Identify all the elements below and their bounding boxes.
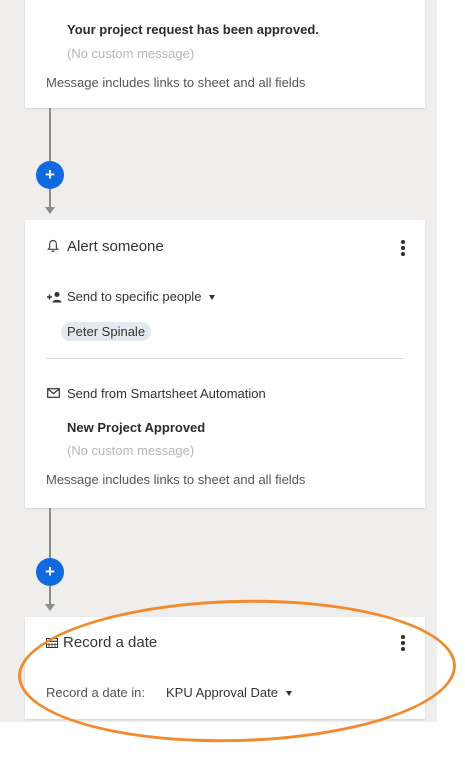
links-note: Message includes links to sheet and all …	[46, 472, 306, 487]
connector-line	[49, 508, 51, 558]
record-date-card: Record a date Record a date in: KPU Appr…	[25, 617, 425, 719]
divider	[46, 358, 403, 359]
message-subject: New Project Approved	[67, 420, 206, 435]
date-field-dropdown[interactable]: KPU Approval Date	[166, 685, 293, 700]
connector-arrow	[45, 604, 55, 611]
custom-message-placeholder: (No custom message)	[67, 443, 195, 458]
send-mode-dropdown[interactable]: Send to specific people	[67, 289, 216, 304]
more-options-icon[interactable]	[397, 634, 409, 654]
custom-message-placeholder: (No custom message)	[67, 46, 195, 61]
step-title: Record a date	[63, 634, 158, 651]
message-heading: Your project request has been approved.	[67, 22, 319, 37]
connector-arrow	[45, 207, 55, 214]
caret-down-icon	[209, 295, 216, 301]
alert-someone-card: Alert someone Send to specific people Pe…	[25, 220, 425, 508]
add-step-button[interactable]: +	[36, 161, 64, 189]
calendar-icon	[46, 638, 58, 648]
add-person-icon	[47, 292, 62, 303]
bell-icon	[47, 239, 59, 253]
connector-line	[49, 108, 51, 161]
caret-down-icon	[286, 691, 293, 697]
envelope-icon	[47, 388, 60, 398]
links-note: Message includes links to sheet and all …	[46, 75, 306, 90]
connector-line	[49, 586, 51, 604]
sender-label: Send from Smartsheet Automation	[67, 386, 266, 401]
approval-message-card: Your project request has been approved. …	[25, 0, 425, 108]
send-mode-label: Send to specific people	[67, 289, 202, 304]
recipient-chip[interactable]: Peter Spinale	[61, 322, 152, 341]
field-label: Record a date in:	[46, 685, 146, 700]
connector-line	[49, 189, 51, 207]
date-field-value: KPU Approval Date	[166, 685, 279, 700]
step-title: Alert someone	[67, 238, 164, 255]
more-options-icon[interactable]	[397, 239, 409, 259]
add-step-button[interactable]: +	[36, 558, 64, 586]
